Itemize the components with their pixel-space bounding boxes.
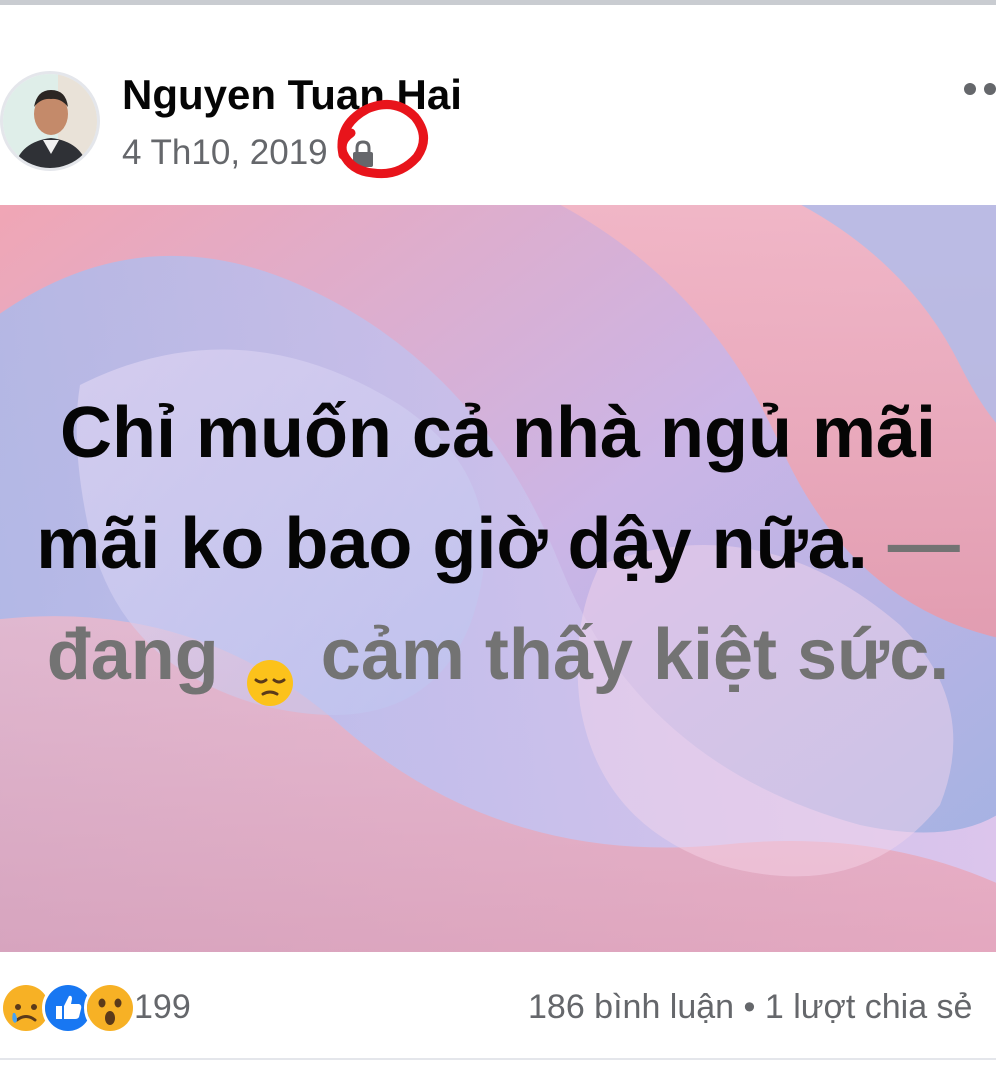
wow-reaction-icon (84, 982, 136, 1034)
feeling-text[interactable]: cảm thấy kiệt sức. (321, 615, 949, 695)
comments-shares-count[interactable]: 186 bình luận • 1 lượt chia sẻ (528, 988, 972, 1027)
post-message: Chỉ muốn cả nhà ngủ mãi mãi ko bao giờ d… (36, 393, 937, 584)
post-date[interactable]: 4 Th10, 2019 (122, 133, 328, 173)
red-annotation-circle-icon (337, 100, 428, 179)
post-header: Nguyen Tuan Hai 4 Th10, 2019 (0, 5, 996, 205)
post-footer: 199 186 bình luận • 1 lượt chia sẻ (0, 952, 996, 1060)
reaction-count[interactable]: 199 (134, 988, 191, 1027)
pensive-face-icon (245, 629, 295, 706)
post-text: Chỉ muốn cả nhà ngủ mãi mãi ko bao giờ d… (0, 378, 996, 711)
more-options-icon[interactable] (960, 79, 996, 99)
reaction-icons[interactable] (0, 982, 136, 1034)
author-avatar[interactable] (0, 71, 100, 171)
footer-divider (0, 1058, 996, 1060)
